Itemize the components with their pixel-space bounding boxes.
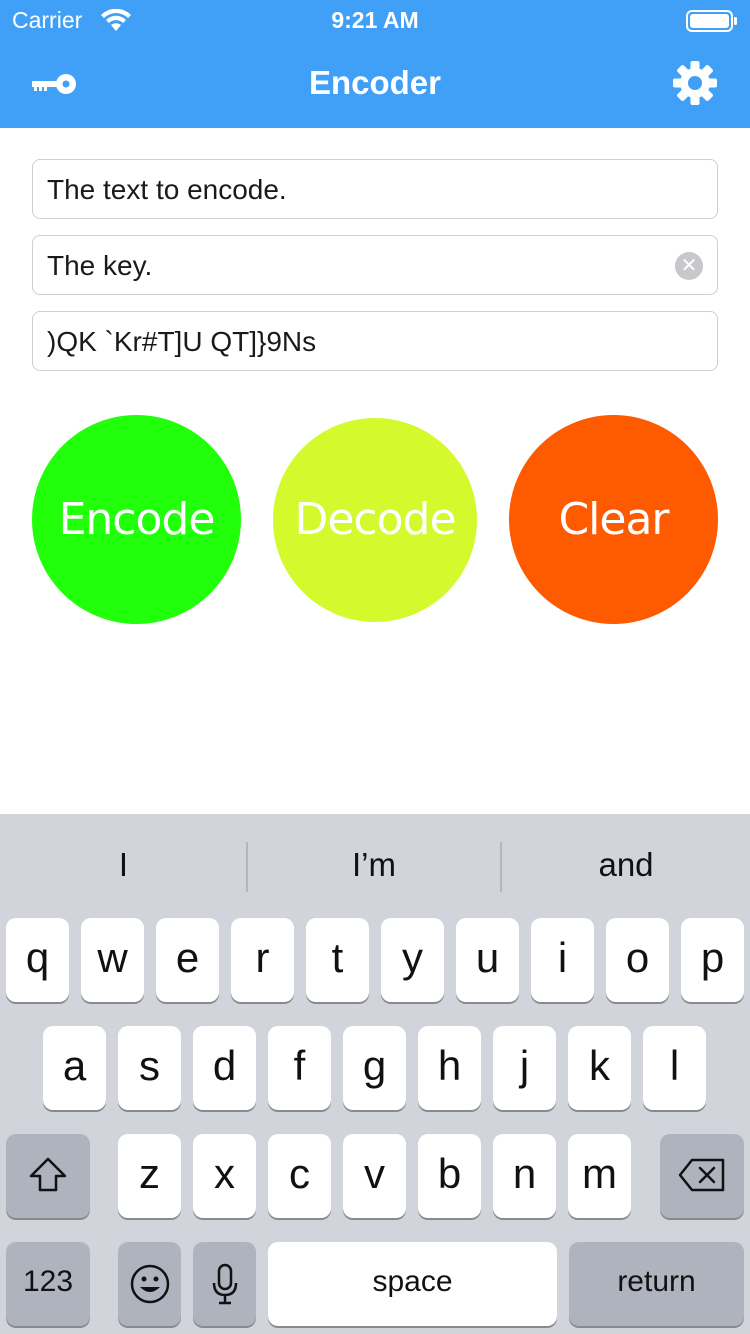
key-h[interactable]: h	[418, 1026, 481, 1110]
clear-text-icon[interactable]: ✕	[675, 252, 703, 280]
space-key[interactable]: space	[268, 1242, 557, 1326]
encode-button-label: Encode	[58, 494, 216, 545]
key-i[interactable]: i	[531, 918, 594, 1002]
key-w[interactable]: w	[81, 918, 144, 1002]
shift-key[interactable]	[6, 1134, 90, 1218]
key-o[interactable]: o	[606, 918, 669, 1002]
key-c[interactable]: c	[268, 1134, 331, 1218]
navigation-bar: Carrier 9:21 AM Encoder	[0, 0, 750, 128]
key-l[interactable]: l	[643, 1026, 706, 1110]
key-a[interactable]: a	[43, 1026, 106, 1110]
suggestion-3[interactable]: and	[502, 846, 750, 884]
page-title: Encoder	[308, 64, 442, 101]
key-g[interactable]: g	[343, 1026, 406, 1110]
text-to-encode-field[interactable]: The text to encode.	[32, 159, 718, 219]
status-bar: Carrier 9:21 AM	[0, 0, 750, 40]
key-j[interactable]: j	[493, 1026, 556, 1110]
keyboard: I I’m and q w e r t y u i o p a s d f g …	[0, 814, 750, 1334]
return-key[interactable]: return	[569, 1242, 744, 1326]
suggestion-1[interactable]: I	[0, 846, 247, 884]
key-b[interactable]: b	[418, 1134, 481, 1218]
emoji-key[interactable]	[118, 1242, 181, 1326]
dictation-key[interactable]	[193, 1242, 256, 1326]
key-y[interactable]: y	[381, 918, 444, 1002]
key-n[interactable]: n	[493, 1134, 556, 1218]
key-r[interactable]: r	[231, 918, 294, 1002]
battery-icon	[686, 10, 737, 32]
numbers-key[interactable]: 123	[6, 1242, 90, 1326]
key-v[interactable]: v	[343, 1134, 406, 1218]
decode-button[interactable]: Decode	[273, 418, 477, 622]
emoji-icon	[130, 1264, 169, 1304]
status-time: 9:21 AM	[331, 7, 419, 33]
key-s[interactable]: s	[118, 1026, 181, 1110]
key-field[interactable]: The key. ✕	[32, 235, 718, 295]
key-u[interactable]: u	[456, 918, 519, 1002]
encode-button[interactable]: Encode	[32, 415, 241, 624]
key-x[interactable]: x	[193, 1134, 256, 1218]
key-q[interactable]: q	[6, 918, 69, 1002]
clear-button-label: Clear	[558, 494, 669, 545]
key-z[interactable]: z	[118, 1134, 181, 1218]
backspace-icon	[678, 1158, 725, 1192]
gear-icon[interactable]	[672, 60, 718, 106]
text-to-encode-value: The text to encode.	[47, 174, 287, 205]
clear-button[interactable]: Clear	[509, 415, 718, 624]
key-p[interactable]: p	[681, 918, 744, 1002]
key-t[interactable]: t	[306, 918, 369, 1002]
key-d[interactable]: d	[193, 1026, 256, 1110]
key-m[interactable]: m	[568, 1134, 631, 1218]
output-value: )QK `Kr#T]U QT]}9Ns	[47, 326, 317, 357]
shift-icon	[29, 1157, 67, 1192]
suggestion-bar: I I’m and	[0, 814, 750, 918]
key-f[interactable]: f	[268, 1026, 331, 1110]
key-value: The key.	[47, 250, 153, 281]
output-field[interactable]: )QK `Kr#T]U QT]}9Ns	[32, 311, 718, 371]
microphone-icon	[212, 1263, 237, 1305]
suggestion-2[interactable]: I’m	[248, 846, 500, 884]
decode-button-label: Decode	[294, 494, 456, 545]
key-k[interactable]: k	[568, 1026, 631, 1110]
key-e[interactable]: e	[156, 918, 219, 1002]
delete-key[interactable]	[660, 1134, 744, 1218]
